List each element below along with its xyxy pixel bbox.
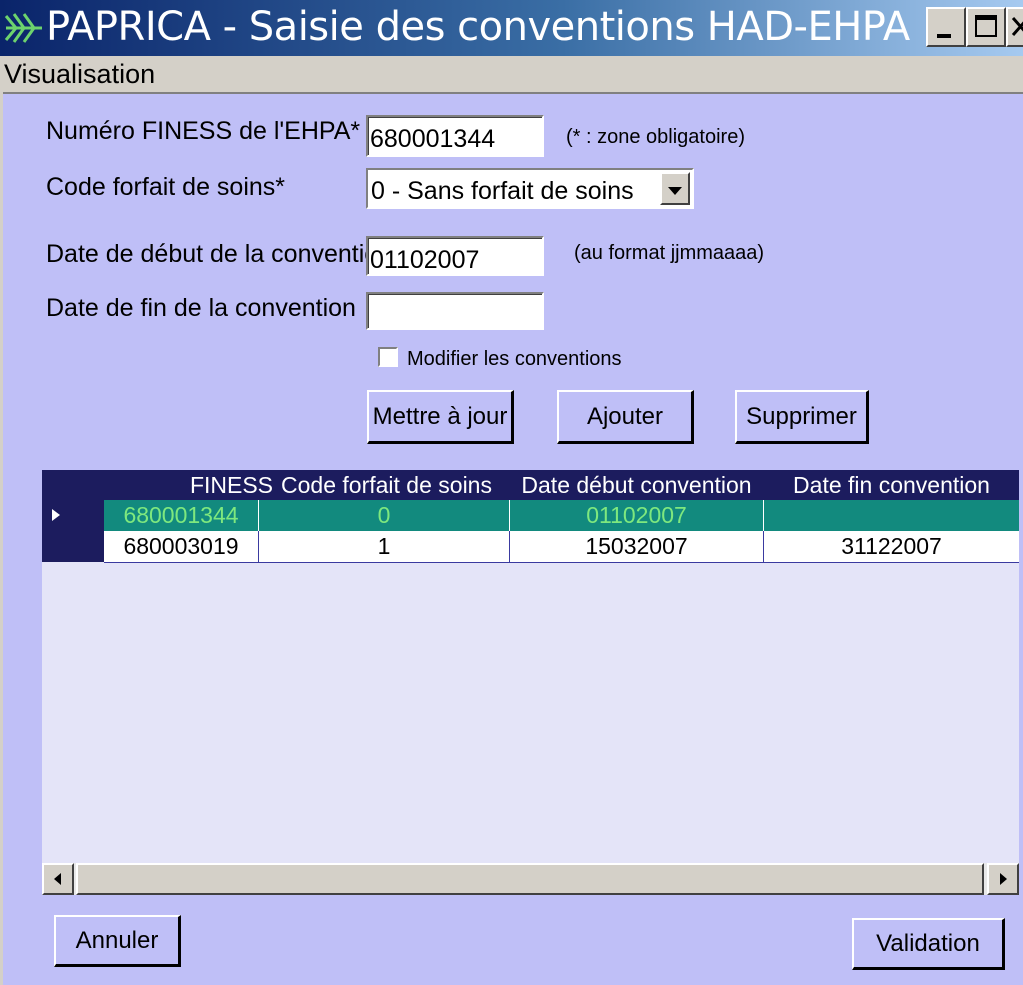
update-button[interactable]: Mettre à jour [367, 390, 514, 444]
column-header-date-debut[interactable]: Date début convention [509, 470, 764, 500]
cell-finess: 680001344 [104, 500, 259, 531]
add-button[interactable]: Ajouter [557, 390, 694, 444]
table-row[interactable]: 680003019 1 15032007 31122007 [104, 531, 1019, 563]
title-bar: PAPRICA - Saisie des conventions HAD-EHP… [0, 0, 1023, 56]
cell-date-fin [764, 500, 1019, 531]
menu-visualisation[interactable]: Visualisation [4, 59, 155, 90]
arrow-right-icon [1000, 873, 1007, 885]
validate-button[interactable]: Validation [852, 918, 1005, 970]
code-forfait-value: 0 - Sans forfait de soins [371, 177, 634, 205]
mandatory-note: (* : zone obligatoire) [566, 126, 745, 148]
code-forfait-label: Code forfait de soins* [46, 173, 286, 201]
date-debut-label: Date de début de la convention* [46, 240, 402, 268]
conventions-grid: FINESS Code forfait de soins Date début … [42, 470, 1019, 863]
cell-finess: 680003019 [104, 531, 259, 562]
app-icon [4, 13, 42, 43]
cell-code-forfait: 1 [377, 533, 391, 559]
finess-label: Numéro FINESS de l'EHPA* [46, 117, 361, 145]
date-debut-input[interactable]: 01102007 [366, 236, 544, 276]
delete-button[interactable]: Supprimer [735, 390, 869, 444]
chevron-down-icon [668, 187, 682, 195]
minimize-button[interactable] [926, 7, 966, 47]
cell-date-debut: 15032007 [509, 531, 764, 562]
minimize-icon [937, 34, 951, 38]
dropdown-button[interactable] [660, 172, 690, 205]
cell-date-fin: 31122007 [841, 533, 942, 559]
maximize-button[interactable] [966, 7, 1006, 47]
horizontal-scrollbar[interactable] [42, 863, 1019, 895]
menu-bar: Visualisation [0, 56, 1023, 92]
scroll-left-button[interactable] [42, 863, 74, 895]
maximize-icon [975, 15, 997, 37]
modifier-label: Modifier les conventions [407, 348, 622, 370]
cancel-button[interactable]: Annuler [54, 915, 181, 967]
column-header-date-fin[interactable]: Date fin convention [764, 470, 1019, 500]
close-icon [1011, 17, 1023, 36]
current-row-arrow-icon [52, 509, 60, 521]
column-header-code-forfait[interactable]: Code forfait de soins [259, 470, 514, 500]
scroll-thumb[interactable] [76, 863, 984, 895]
close-button[interactable] [1006, 7, 1023, 47]
date-format-note: (au format jjmmaaaa) [574, 242, 765, 264]
cell-date-debut: 01102007 [509, 500, 764, 531]
modifier-checkbox[interactable] [378, 347, 398, 367]
table-row[interactable]: 680001344 0 01102007 [104, 500, 1019, 531]
grid-header: FINESS Code forfait de soins Date début … [42, 470, 1019, 500]
scroll-right-button[interactable] [987, 863, 1019, 895]
row-selector-column [42, 500, 104, 562]
finess-input[interactable]: 680001344 [366, 115, 544, 157]
cell-code-forfait: 0 [377, 502, 391, 528]
window-title: PAPRICA - Saisie des conventions HAD-EHP… [46, 4, 910, 50]
code-forfait-select[interactable]: 0 - Sans forfait de soins [366, 168, 694, 209]
date-fin-label: Date de fin de la convention [46, 294, 356, 322]
date-fin-input[interactable] [366, 292, 544, 330]
arrow-left-icon [54, 873, 61, 885]
